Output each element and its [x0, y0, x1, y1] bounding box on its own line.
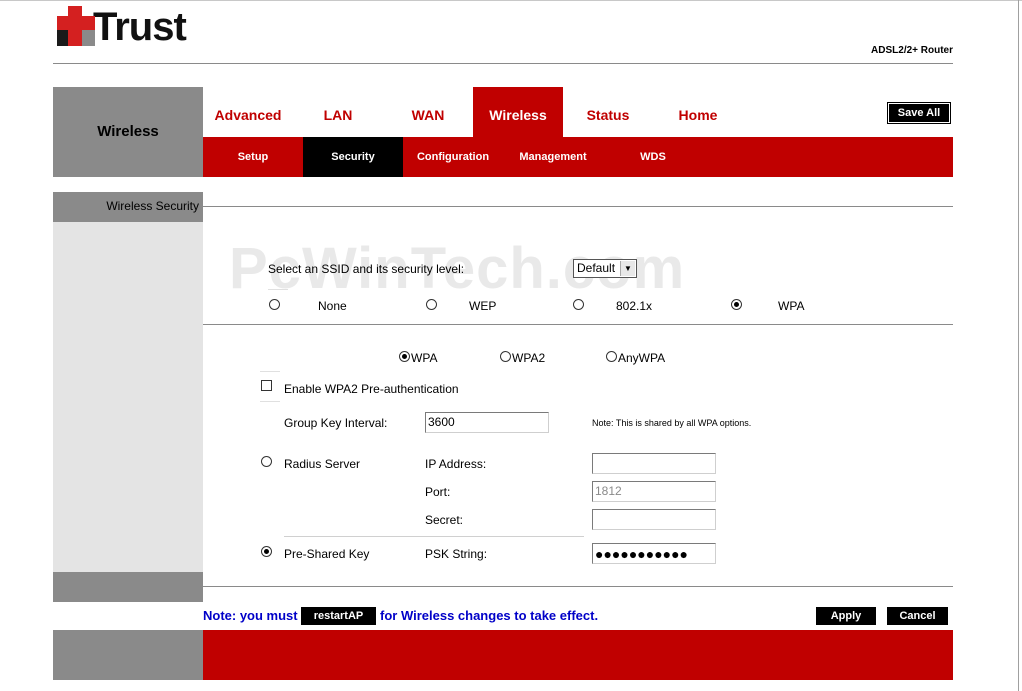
radius-divider	[284, 536, 584, 537]
group-key-note: Note: This is shared by all WPA options.	[592, 418, 752, 428]
subtab-security[interactable]: Security	[303, 137, 403, 177]
secret-label: Secret:	[425, 513, 464, 527]
radio-security-none[interactable]	[269, 299, 280, 310]
security-8021x-label: 802.1x	[616, 299, 653, 313]
radio-pre-shared-key[interactable]	[261, 546, 272, 557]
radio-security-wpa[interactable]	[731, 299, 742, 310]
group-key-label: Group Key Interval:	[284, 416, 388, 430]
radio-security-wep[interactable]	[426, 299, 437, 310]
radio-radius-server[interactable]	[261, 456, 272, 467]
restart-note-suffix: for Wireless changes to take effect.	[380, 608, 599, 623]
logo-text: Trust	[93, 5, 187, 49]
sidebar-footer	[53, 572, 203, 602]
header-divider	[53, 63, 953, 64]
subtab-wds[interactable]: WDS	[603, 137, 703, 177]
wpa-mode-anywpa-label: AnyWPA	[618, 351, 666, 365]
cancel-button[interactable]: Cancel	[887, 607, 948, 625]
sidebar-heading: Wireless Security	[106, 199, 199, 213]
radio-wpa-mode-wpa2[interactable]	[500, 351, 511, 362]
tab-lan[interactable]: LAN	[293, 87, 383, 137]
trust-cross-icon	[57, 6, 95, 46]
ssid-select-value: Default	[577, 261, 616, 275]
security-wpa-label: WPA	[778, 299, 805, 313]
port-input[interactable]: 1812	[592, 481, 716, 502]
sidebar	[53, 192, 203, 602]
radius-server-label: Radius Server	[284, 457, 361, 471]
content-top-divider	[203, 206, 953, 207]
wpa-mode-wpa-label: WPA	[411, 351, 438, 365]
main-tabs: Advanced LAN WAN Wireless Status Home	[203, 87, 743, 137]
subtab-management[interactable]: Management	[503, 137, 603, 177]
preauth-checkbox[interactable]	[261, 380, 272, 391]
psk-string-input[interactable]: ●●●●●●●●●●●	[592, 543, 716, 564]
tab-wireless[interactable]: Wireless	[473, 87, 563, 137]
tab-home[interactable]: Home	[653, 87, 743, 137]
trust-logo: Trust	[57, 5, 187, 49]
group-key-input[interactable]: 3600	[425, 412, 549, 433]
subtab-configuration[interactable]: Configuration	[403, 137, 503, 177]
apply-button[interactable]: Apply	[816, 607, 876, 625]
tab-wan[interactable]: WAN	[383, 87, 473, 137]
preauth-label: Enable WPA2 Pre-authentication	[284, 382, 459, 396]
tab-status[interactable]: Status	[563, 87, 653, 137]
psk-label: Pre-Shared Key	[284, 547, 370, 561]
ssid-label: Select an SSID and its security level:	[268, 262, 465, 276]
restart-note-prefix: Note: you must	[203, 608, 298, 623]
levels-divider	[203, 324, 953, 325]
restart-note: Note: you must	[203, 608, 298, 623]
radio-wpa-mode-anywpa[interactable]	[606, 351, 617, 362]
secret-input[interactable]	[592, 509, 716, 530]
preauth-tick	[260, 401, 280, 402]
subtab-setup[interactable]: Setup	[203, 137, 303, 177]
sub-tabs: Setup Security Configuration Management …	[203, 137, 953, 177]
section-title: Wireless	[97, 123, 159, 140]
footer-bar	[203, 630, 953, 680]
ip-address-input[interactable]	[592, 453, 716, 474]
window-right-edge	[1018, 0, 1019, 691]
tab-advanced[interactable]: Advanced	[203, 87, 293, 137]
psk-string-label: PSK String:	[425, 547, 488, 561]
chevron-down-icon[interactable]: ▼	[620, 261, 635, 276]
ssid-select[interactable]: Default ▼	[573, 259, 637, 278]
mode-tick	[260, 371, 280, 372]
wpa-mode-wpa2-label: WPA2	[512, 351, 546, 365]
security-wep-label: WEP	[469, 299, 497, 313]
port-label: Port:	[425, 485, 451, 499]
radio-wpa-mode-wpa[interactable]	[399, 351, 410, 362]
restart-ap-button[interactable]: restartAP	[301, 607, 376, 625]
window-top-edge	[0, 0, 1022, 1]
ssid-underline	[268, 289, 288, 290]
ip-address-label: IP Address:	[425, 457, 487, 471]
footer-left-panel	[53, 630, 203, 680]
security-none-label: None	[318, 299, 347, 313]
save-all-button[interactable]: Save All	[887, 102, 951, 124]
radio-security-8021x[interactable]	[573, 299, 584, 310]
restart-note-suffix-wrap: for Wireless changes to take effect.	[380, 608, 598, 623]
content-bottom-divider	[203, 586, 953, 587]
product-label: ADSL2/2+ Router	[871, 45, 953, 56]
